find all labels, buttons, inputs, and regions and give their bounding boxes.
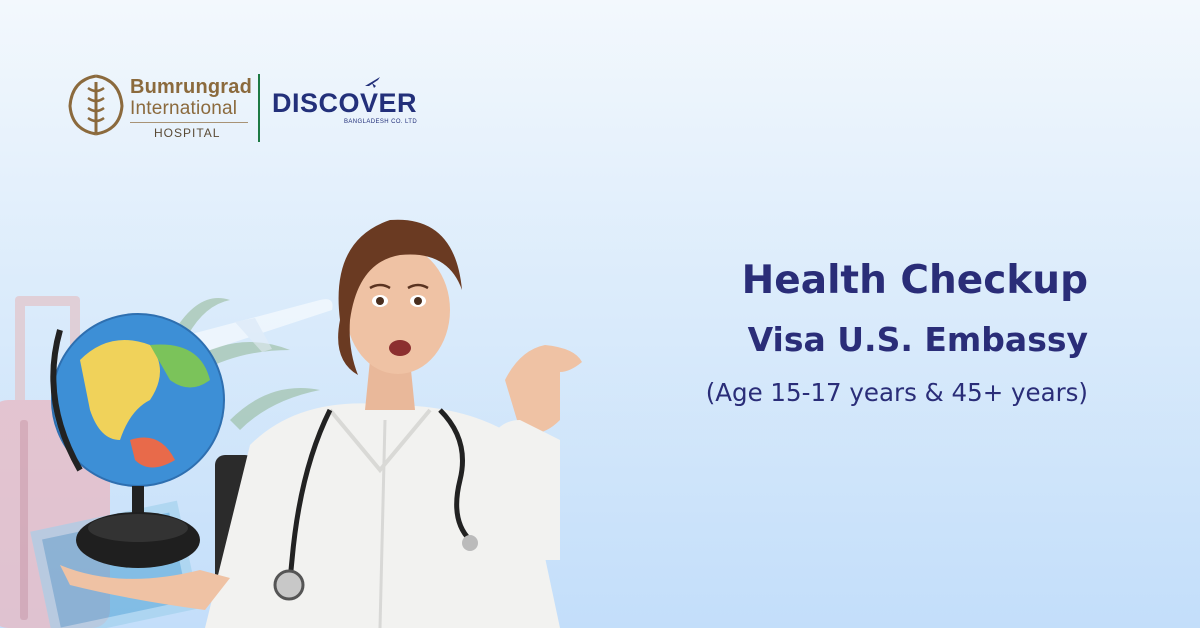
headline-block: Health Checkup Visa U.S. Embassy (Age 15… (706, 253, 1088, 415)
headline-subtitle: Visa U.S. Embassy (747, 320, 1088, 359)
logo-rule (130, 122, 248, 123)
discover-logo: DISCOVER BANGLADESH CO. LTD (272, 77, 442, 130)
caduceus-emblem-icon (68, 74, 124, 136)
bumrungrad-name: Bumrungrad (130, 76, 252, 98)
headline-title: Health Checkup (741, 258, 1088, 303)
banner-canvas: Bumrungrad International HOSPITAL DISCOV… (0, 0, 1200, 628)
discover-name: DISCOVER (272, 88, 418, 118)
logo-divider (258, 74, 260, 142)
discover-subtitle: BANGLADESH CO. LTD (344, 119, 418, 125)
headline-detail: (Age 15-17 years & 45+ years) (705, 378, 1088, 407)
bumrungrad-logo: Bumrungrad International HOSPITAL (66, 72, 256, 144)
bumrungrad-hospital: HOSPITAL (154, 126, 221, 140)
bumrungrad-international: International (130, 98, 238, 119)
